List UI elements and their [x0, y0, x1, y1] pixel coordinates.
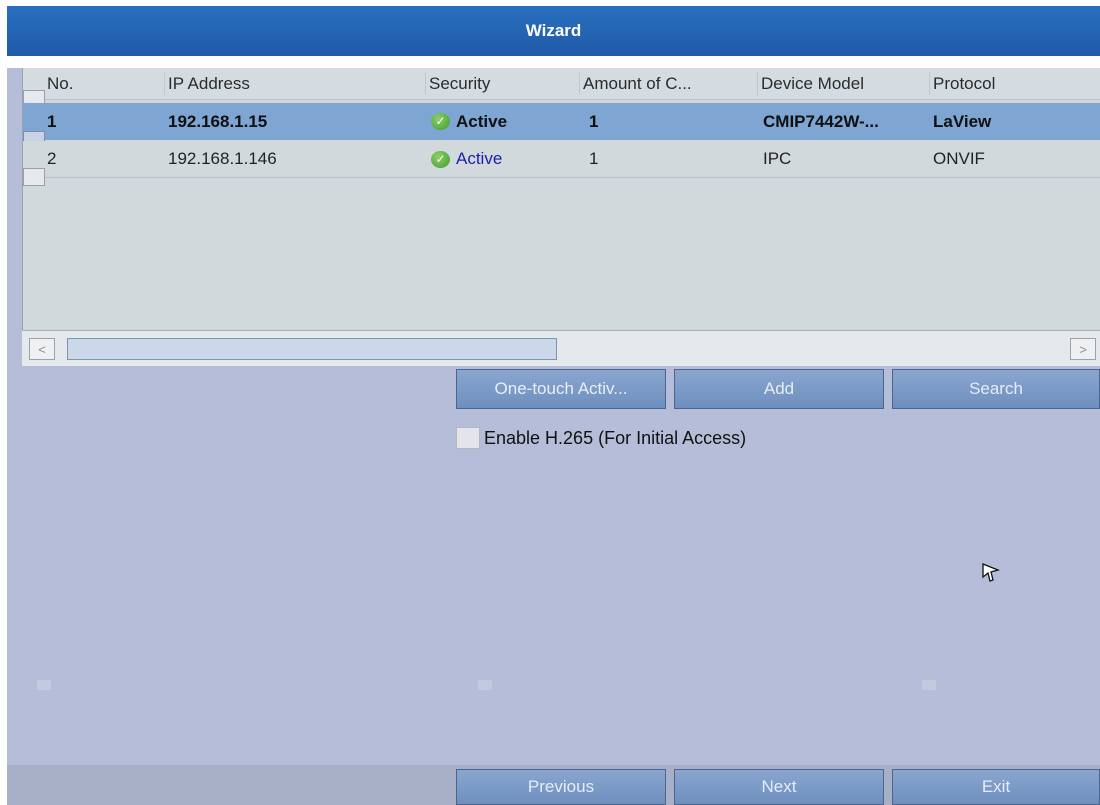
previous-button[interactable]: Previous [456, 769, 666, 805]
row-protocol: LaView [933, 111, 992, 131]
check-circle-icon: ✓ [431, 113, 450, 130]
header-ip-address[interactable]: IP Address [164, 68, 250, 99]
row-security-label: Active [456, 111, 508, 131]
one-touch-activate-button[interactable]: One-touch Activ... [456, 369, 666, 409]
ghost-marker [478, 680, 492, 690]
next-button[interactable]: Next [674, 769, 884, 805]
device-table: No. IP Address Security Amount of C... D… [22, 68, 1100, 366]
window-title: Wizard [7, 6, 1100, 56]
row-protocol: ONVIF [933, 149, 985, 168]
header-protocol[interactable]: Protocol [928, 68, 995, 99]
mouse-pointer-icon [982, 563, 1001, 582]
row-security: ✓ Active [431, 141, 502, 177]
row-no-cell: 2 [23, 141, 57, 186]
row-security: ✓ Active [431, 103, 507, 140]
ghost-marker [37, 680, 51, 690]
row-ip: 192.168.1.15 [168, 111, 268, 131]
row-no: 1 [47, 111, 57, 131]
chevron-left-icon[interactable]: < [29, 338, 55, 360]
table-header: No. IP Address Security Amount of C... D… [23, 68, 1100, 108]
header-select-all[interactable]: No. [23, 68, 73, 108]
wizard-window: Wizard No. IP Address Security Amount of… [7, 6, 1100, 805]
enable-h265-checkbox[interactable] [456, 427, 480, 449]
header-no[interactable]: No. [47, 74, 73, 94]
enable-h265-option[interactable]: Enable H.265 (For Initial Access) [456, 426, 746, 450]
check-circle-icon: ✓ [431, 150, 450, 168]
row-no-cell: 1 [23, 103, 57, 149]
search-button[interactable]: Search [892, 369, 1100, 409]
row-amount: 1 [589, 111, 599, 131]
row-no: 2 [47, 149, 57, 168]
header-device-model[interactable]: Device Model [757, 68, 864, 99]
horizontal-scrollbar[interactable]: < > [22, 330, 1100, 366]
row-amount: 1 [589, 149, 599, 168]
header-security[interactable]: Security [424, 68, 490, 99]
table-row[interactable]: 1 192.168.1.15 ✓ Active 1 CMIP7442W-... … [23, 103, 1100, 149]
row-security-label: Active [456, 149, 503, 168]
ghost-marker [922, 680, 936, 690]
add-button[interactable]: Add [674, 369, 884, 409]
chevron-right-icon[interactable]: > [1070, 338, 1096, 360]
title-separator [7, 56, 1100, 68]
exit-button[interactable]: Exit [892, 769, 1100, 805]
table-row[interactable]: 2 192.168.1.146 ✓ Active 1 IPC ONVIF [23, 141, 1100, 186]
row-ip: 192.168.1.146 [168, 149, 277, 168]
row-checkbox[interactable] [23, 168, 45, 186]
row-model: CMIP7442W-... [763, 111, 879, 131]
scrollbar-thumb[interactable] [67, 338, 557, 360]
enable-h265-label: Enable H.265 (For Initial Access) [484, 427, 747, 448]
row-model: IPC [763, 149, 792, 168]
header-amount[interactable]: Amount of C... [579, 68, 692, 99]
